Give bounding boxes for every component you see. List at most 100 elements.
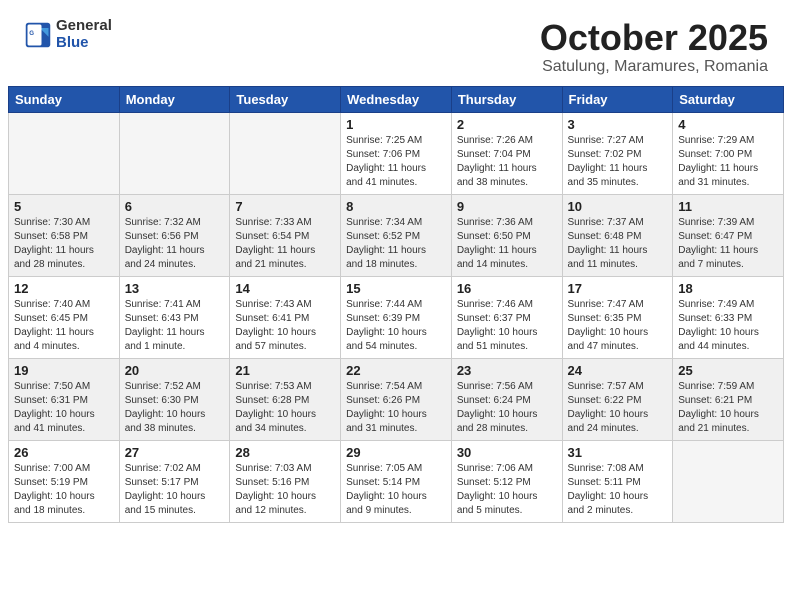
day-info: Sunrise: 7:27 AM Sunset: 7:02 PM Dayligh…: [568, 134, 668, 190]
day-number: 1: [346, 117, 446, 132]
day-number: 8: [346, 199, 446, 214]
day-number: 24: [568, 363, 668, 378]
calendar-cell: 16 Sunrise: 7:46 AM Sunset: 6:37 PM Dayli…: [451, 276, 562, 358]
day-number: 18: [678, 281, 778, 296]
day-number: 9: [457, 199, 557, 214]
day-number: 30: [457, 445, 557, 460]
calendar-week-row: 19 Sunrise: 7:50 AM Sunset: 6:31 PM Dayli…: [9, 358, 784, 440]
calendar-cell: 11 Sunrise: 7:39 AM Sunset: 6:47 PM Dayli…: [673, 194, 784, 276]
day-info: Sunrise: 7:40 AM Sunset: 6:45 PM Dayligh…: [14, 298, 114, 354]
calendar-cell: 8 Sunrise: 7:34 AM Sunset: 6:52 PM Daylig…: [341, 194, 452, 276]
calendar-cell: 12Sunrise: 7:40 AM Sunset: 6:45 PM Dayli…: [9, 276, 120, 358]
calendar-cell: 18 Sunrise: 7:49 AM Sunset: 6:33 PM Dayli…: [673, 276, 784, 358]
day-info: Sunrise: 7:33 AM Sunset: 6:54 PM Dayligh…: [235, 216, 335, 272]
calendar-cell: 26Sunrise: 7:00 AM Sunset: 5:19 PM Dayli…: [9, 440, 120, 522]
calendar-cell: [9, 112, 120, 194]
day-number: 15: [346, 281, 446, 296]
day-info: Sunrise: 7:43 AM Sunset: 6:41 PM Dayligh…: [235, 298, 335, 354]
calendar-container: SundayMondayTuesdayWednesdayThursdayFrid…: [0, 86, 792, 531]
day-number: 17: [568, 281, 668, 296]
day-info: Sunrise: 7:54 AM Sunset: 6:26 PM Dayligh…: [346, 380, 446, 436]
day-number: 11: [678, 199, 778, 214]
day-number: 22: [346, 363, 446, 378]
day-info: Sunrise: 7:50 AM Sunset: 6:31 PM Dayligh…: [14, 380, 114, 436]
month-title: October 2025: [540, 18, 768, 58]
day-number: 3: [568, 117, 668, 132]
logo-icon: G: [24, 21, 52, 49]
day-info: Sunrise: 7:46 AM Sunset: 6:37 PM Dayligh…: [457, 298, 557, 354]
calendar-cell: 20Sunrise: 7:52 AM Sunset: 6:30 PM Dayli…: [119, 358, 230, 440]
svg-text:G: G: [29, 30, 34, 37]
day-number: 25: [678, 363, 778, 378]
day-info: Sunrise: 7:29 AM Sunset: 7:00 PM Dayligh…: [678, 134, 778, 190]
day-info: Sunrise: 7:06 AM Sunset: 5:12 PM Dayligh…: [457, 462, 557, 518]
calendar-cell: 3 Sunrise: 7:27 AM Sunset: 7:02 PM Daylig…: [562, 112, 673, 194]
weekday-header: Sunday: [9, 86, 120, 112]
day-info: Sunrise: 7:57 AM Sunset: 6:22 PM Dayligh…: [568, 380, 668, 436]
calendar-table: SundayMondayTuesdayWednesdayThursdayFrid…: [8, 86, 784, 523]
day-info: Sunrise: 7:03 AM Sunset: 5:16 PM Dayligh…: [235, 462, 335, 518]
calendar-week-row: 5 Sunrise: 7:30 AM Sunset: 6:58 PM Daylig…: [9, 194, 784, 276]
day-number: 4: [678, 117, 778, 132]
weekday-header: Thursday: [451, 86, 562, 112]
day-info: Sunrise: 7:52 AM Sunset: 6:30 PM Dayligh…: [125, 380, 225, 436]
day-info: Sunrise: 7:30 AM Sunset: 6:58 PM Dayligh…: [14, 216, 114, 272]
calendar-cell: 29 Sunrise: 7:05 AM Sunset: 5:14 PM Dayli…: [341, 440, 452, 522]
calendar-cell: 2Sunrise: 7:26 AM Sunset: 7:04 PM Daylig…: [451, 112, 562, 194]
calendar-cell: 5 Sunrise: 7:30 AM Sunset: 6:58 PM Daylig…: [9, 194, 120, 276]
day-info: Sunrise: 7:25 AM Sunset: 7:06 PM Dayligh…: [346, 134, 446, 190]
weekday-header-row: SundayMondayTuesdayWednesdayThursdayFrid…: [9, 86, 784, 112]
day-info: Sunrise: 7:02 AM Sunset: 5:17 PM Dayligh…: [125, 462, 225, 518]
day-info: Sunrise: 7:08 AM Sunset: 5:11 PM Dayligh…: [568, 462, 668, 518]
day-info: Sunrise: 7:44 AM Sunset: 6:39 PM Dayligh…: [346, 298, 446, 354]
weekday-header: Tuesday: [230, 86, 341, 112]
calendar-cell: 30 Sunrise: 7:06 AM Sunset: 5:12 PM Dayli…: [451, 440, 562, 522]
day-number: 31: [568, 445, 668, 460]
calendar-cell: 15 Sunrise: 7:44 AM Sunset: 6:39 PM Dayli…: [341, 276, 452, 358]
day-number: 29: [346, 445, 446, 460]
calendar-cell: 31 Sunrise: 7:08 AM Sunset: 5:11 PM Dayli…: [562, 440, 673, 522]
calendar-cell: [119, 112, 230, 194]
weekday-header: Friday: [562, 86, 673, 112]
calendar-week-row: 1 Sunrise: 7:25 AM Sunset: 7:06 PM Daylig…: [9, 112, 784, 194]
day-number: 5: [14, 199, 114, 214]
day-info: Sunrise: 7:36 AM Sunset: 6:50 PM Dayligh…: [457, 216, 557, 272]
day-info: Sunrise: 7:41 AM Sunset: 6:43 PM Dayligh…: [125, 298, 225, 354]
calendar-cell: 10Sunrise: 7:37 AM Sunset: 6:48 PM Dayli…: [562, 194, 673, 276]
day-info: Sunrise: 7:00 AM Sunset: 5:19 PM Dayligh…: [14, 462, 114, 518]
weekday-header: Wednesday: [341, 86, 452, 112]
day-number: 21: [235, 363, 335, 378]
calendar-cell: [673, 440, 784, 522]
day-number: 7: [235, 199, 335, 214]
logo: G General Blue: [24, 18, 112, 51]
title-block: October 2025 Satulung, Maramures, Romani…: [540, 18, 768, 76]
logo-general: General: [56, 18, 112, 35]
weekday-header: Monday: [119, 86, 230, 112]
day-info: Sunrise: 7:53 AM Sunset: 6:28 PM Dayligh…: [235, 380, 335, 436]
day-number: 19: [14, 363, 114, 378]
calendar-cell: 14Sunrise: 7:43 AM Sunset: 6:41 PM Dayli…: [230, 276, 341, 358]
day-info: Sunrise: 7:26 AM Sunset: 7:04 PM Dayligh…: [457, 134, 557, 190]
calendar-cell: [230, 112, 341, 194]
day-info: Sunrise: 7:49 AM Sunset: 6:33 PM Dayligh…: [678, 298, 778, 354]
calendar-cell: 27Sunrise: 7:02 AM Sunset: 5:17 PM Dayli…: [119, 440, 230, 522]
day-info: Sunrise: 7:32 AM Sunset: 6:56 PM Dayligh…: [125, 216, 225, 272]
day-number: 13: [125, 281, 225, 296]
calendar-cell: 22 Sunrise: 7:54 AM Sunset: 6:26 PM Dayli…: [341, 358, 452, 440]
day-info: Sunrise: 7:39 AM Sunset: 6:47 PM Dayligh…: [678, 216, 778, 272]
calendar-cell: 17Sunrise: 7:47 AM Sunset: 6:35 PM Dayli…: [562, 276, 673, 358]
day-info: Sunrise: 7:05 AM Sunset: 5:14 PM Dayligh…: [346, 462, 446, 518]
calendar-cell: 4 Sunrise: 7:29 AM Sunset: 7:00 PM Daylig…: [673, 112, 784, 194]
day-number: 6: [125, 199, 225, 214]
calendar-cell: 23Sunrise: 7:56 AM Sunset: 6:24 PM Dayli…: [451, 358, 562, 440]
day-number: 28: [235, 445, 335, 460]
page-header: G General Blue October 2025 Satulung, Ma…: [0, 0, 792, 86]
day-number: 16: [457, 281, 557, 296]
logo-blue: Blue: [56, 35, 112, 52]
calendar-week-row: 26Sunrise: 7:00 AM Sunset: 5:19 PM Dayli…: [9, 440, 784, 522]
calendar-week-row: 12Sunrise: 7:40 AM Sunset: 6:45 PM Dayli…: [9, 276, 784, 358]
day-info: Sunrise: 7:34 AM Sunset: 6:52 PM Dayligh…: [346, 216, 446, 272]
calendar-cell: 9 Sunrise: 7:36 AM Sunset: 6:50 PM Daylig…: [451, 194, 562, 276]
calendar-cell: 25Sunrise: 7:59 AM Sunset: 6:21 PM Dayli…: [673, 358, 784, 440]
calendar-cell: 24 Sunrise: 7:57 AM Sunset: 6:22 PM Dayli…: [562, 358, 673, 440]
